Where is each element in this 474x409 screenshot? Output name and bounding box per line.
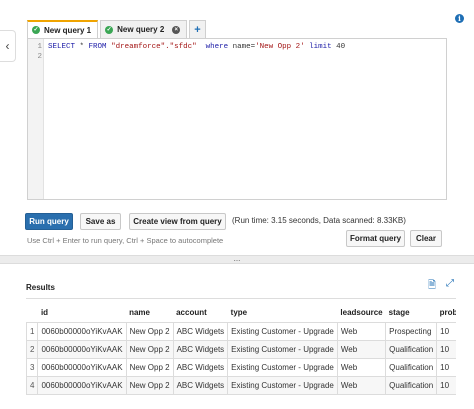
- chevron-left-icon: ‹: [5, 39, 10, 53]
- table-header-row: id name account type leadsource stage pr…: [27, 304, 456, 322]
- line-number: 2: [37, 53, 42, 61]
- string-literal: 'New Opp 2': [255, 43, 305, 51]
- divider-line: [26, 298, 456, 299]
- cell-account: ABC Widgets: [172, 375, 229, 395]
- cell-type: Existing Customer - Upgrade: [227, 357, 338, 377]
- cell-leadsource: Web: [336, 375, 387, 395]
- format-query-button[interactable]: Format query: [346, 230, 405, 247]
- keyboard-hint: Use Ctrl + Enter to run query, Ctrl + Sp…: [27, 236, 224, 245]
- cell-name: New Opp 2: [125, 339, 174, 359]
- row-number: 4: [26, 375, 38, 395]
- query-editor-panel: i ✓ New query 1 ✓ New query 2 × + 1 2 SE…: [16, 0, 474, 255]
- cell-probability: 10: [436, 339, 456, 359]
- create-view-button[interactable]: Create view from query: [129, 213, 226, 230]
- save-as-button[interactable]: Save as: [80, 213, 121, 230]
- cell-type: Existing Customer - Upgrade: [227, 375, 338, 395]
- tab-new-query-1[interactable]: ✓ New query 1: [27, 20, 99, 38]
- results-table-container[interactable]: id name account type leadsource stage pr…: [26, 304, 456, 409]
- column-header-probability[interactable]: probability: [437, 304, 456, 322]
- info-icon[interactable]: i: [455, 14, 464, 23]
- run-info-text: (Run time: 3.15 seconds, Data scanned: 8…: [232, 216, 406, 225]
- cell-account: ABC Widgets: [172, 339, 229, 359]
- code-text: name=: [228, 43, 256, 51]
- column-header-leadsource[interactable]: leadsource: [337, 304, 385, 322]
- table-row: 2 0060b00000oYiKvAAK New Opp 2 ABC Widge…: [26, 339, 456, 359]
- table-row: 4 0060b00000oYiKvAAK New Opp 2 ABC Widge…: [26, 375, 456, 395]
- results-title: Results: [26, 283, 55, 292]
- table-reference: "dreamforce"."sfdc": [111, 43, 197, 51]
- table-row: 3 0060b00000oYiKvAAK New Opp 2 ABC Widge…: [26, 357, 456, 377]
- close-icon[interactable]: ×: [172, 25, 181, 34]
- table-row: 1 0060b00000oYiKvAAK New Opp 2 ABC Widge…: [26, 321, 456, 341]
- code-line-1: SELECT * FROM "dreamforce"."sfdc" where …: [48, 43, 345, 51]
- column-header-id[interactable]: id: [38, 304, 126, 322]
- cell-stage: Qualification: [385, 357, 438, 377]
- clear-button[interactable]: Clear: [410, 230, 442, 247]
- check-icon: ✓: [105, 25, 114, 34]
- cell-name: New Opp 2: [125, 357, 174, 377]
- cell-name: New Opp 2: [125, 375, 174, 395]
- row-number: 3: [26, 357, 38, 377]
- cell-stage: Prospecting: [385, 321, 438, 341]
- results-table: id name account type leadsource stage pr…: [26, 304, 456, 395]
- cell-leadsource: Web: [336, 321, 387, 341]
- column-header: [27, 304, 38, 322]
- cell-type: Existing Customer - Upgrade: [227, 321, 338, 341]
- cell-probability: 10: [436, 375, 456, 395]
- expand-icon[interactable]: ⤢: [446, 278, 454, 289]
- plus-icon: +: [194, 23, 201, 36]
- collapse-panel-button[interactable]: ‹: [0, 30, 16, 62]
- keyword-where: where: [205, 43, 229, 51]
- line-number: 1: [37, 43, 42, 51]
- line-gutter: 1 2: [28, 39, 44, 199]
- cell-account: ABC Widgets: [172, 321, 229, 341]
- keyword-select: SELECT: [48, 43, 76, 51]
- cell-id: 0060b00000oYiKvAAK: [37, 321, 127, 341]
- column-header-stage[interactable]: stage: [386, 304, 437, 322]
- cell-stage: Qualification: [385, 339, 438, 359]
- column-header-type[interactable]: type: [228, 304, 338, 322]
- column-header-account[interactable]: account: [173, 304, 228, 322]
- column-header-name[interactable]: name: [126, 304, 173, 322]
- cell-leadsource: Web: [336, 357, 387, 377]
- tab-label: New query 1: [44, 25, 92, 35]
- code-text: 40: [331, 43, 346, 51]
- cell-id: 0060b00000oYiKvAAK: [37, 339, 127, 359]
- cell-type: Existing Customer - Upgrade: [227, 339, 338, 359]
- cell-probability: 10: [436, 357, 456, 377]
- query-tabs: ✓ New query 1 ✓ New query 2 × +: [27, 20, 208, 38]
- sql-editor[interactable]: 1 2 SELECT * FROM "dreamforce"."sfdc" wh…: [27, 38, 447, 200]
- add-tab-button[interactable]: +: [189, 20, 206, 38]
- cell-stage: Qualification: [385, 375, 438, 395]
- resize-handle[interactable]: ...: [0, 255, 474, 264]
- cell-account: ABC Widgets: [172, 357, 229, 377]
- cell-probability: 10: [436, 321, 456, 341]
- keyword-from: FROM: [88, 43, 107, 51]
- tab-new-query-2[interactable]: ✓ New query 2 ×: [100, 20, 188, 38]
- cell-id: 0060b00000oYiKvAAK: [37, 375, 127, 395]
- cell-leadsource: Web: [336, 339, 387, 359]
- row-number: 1: [26, 321, 38, 341]
- results-panel: Results 🗎 ⤢ id name account type leadsou…: [16, 268, 466, 409]
- run-query-button[interactable]: Run query: [25, 213, 73, 230]
- tab-label: New query 2: [117, 25, 165, 34]
- cell-name: New Opp 2: [125, 321, 174, 341]
- download-icon[interactable]: 🗎: [428, 278, 436, 295]
- row-number: 2: [26, 339, 38, 359]
- code-text: *: [75, 43, 89, 51]
- cell-id: 0060b00000oYiKvAAK: [37, 357, 127, 377]
- keyword-limit: limit: [309, 43, 332, 51]
- check-icon: ✓: [32, 26, 40, 34]
